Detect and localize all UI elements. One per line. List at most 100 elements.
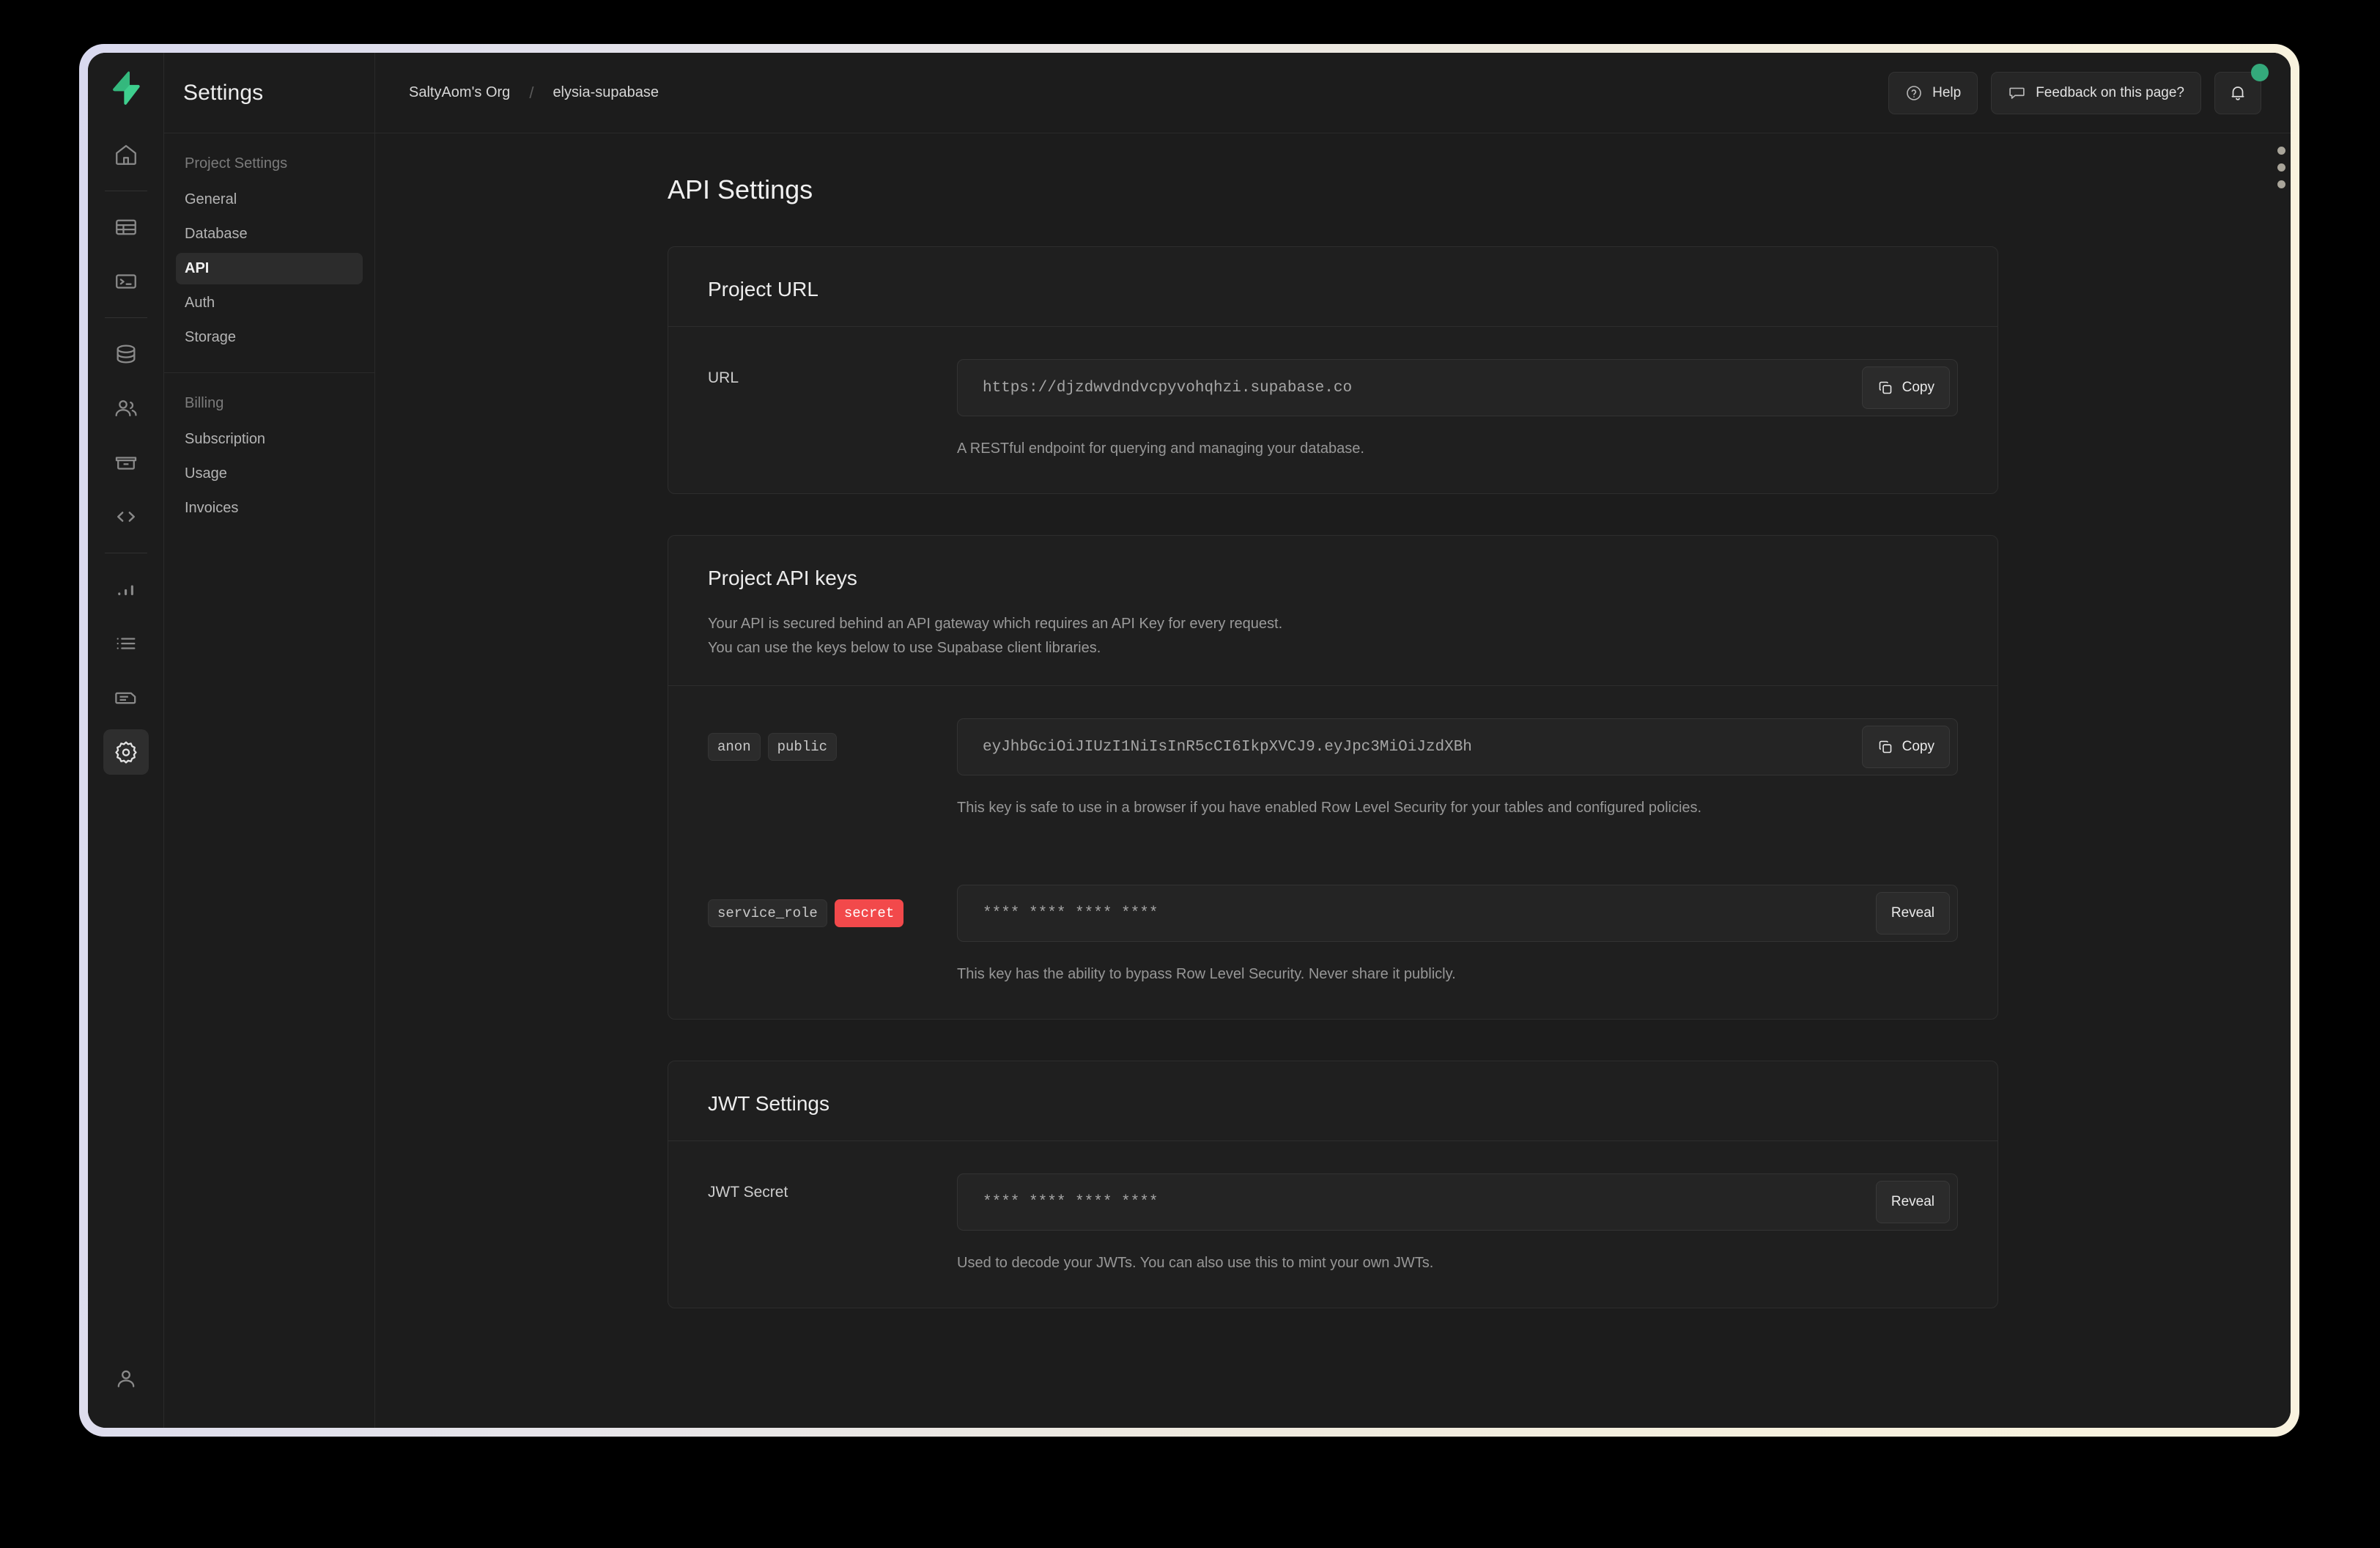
copy-icon [1877, 380, 1893, 396]
storage-icon[interactable] [103, 440, 149, 485]
project-url-card-title: Project URL [708, 278, 818, 301]
breadcrumb-separator: / [529, 83, 534, 102]
docs-icon[interactable] [103, 675, 149, 720]
badge-anon: anon [708, 733, 761, 761]
service-role-key-value: **** **** **** **** [983, 904, 1158, 922]
sidebar-item-database[interactable]: Database [176, 218, 363, 250]
rail-divider [104, 317, 147, 318]
reveal-jwt-secret-button[interactable]: Reveal [1875, 1181, 1950, 1223]
anon-key-value: eyJhbGciOiJIUzI1NiIsInR5cCI6IkpXVCJ9.eyJ… [983, 738, 1472, 756]
sidebar-item-subscription[interactable]: Subscription [176, 424, 363, 455]
sidebar-title: Settings [183, 80, 264, 105]
settings-gear-icon[interactable] [103, 729, 149, 775]
copy-icon [1877, 739, 1893, 755]
home-icon[interactable] [103, 132, 149, 177]
account-icon[interactable] [103, 1356, 149, 1401]
breadcrumb-project[interactable]: elysia-supabase [552, 84, 659, 101]
window-dot-3 [2277, 180, 2285, 188]
sidebar-item-storage[interactable]: Storage [176, 322, 363, 353]
url-row-field: https://djzdwvdndvcpyvohqhzi.supabase.co [957, 359, 1958, 461]
app-window-frame: Settings Project Settings General Databa… [79, 44, 2299, 1437]
table-editor-icon[interactable] [103, 204, 149, 250]
sidebar-item-invoices[interactable]: Invoices [176, 493, 363, 524]
settings-sidebar: Settings Project Settings General Databa… [164, 53, 375, 1428]
reveal-service-role-key-label: Reveal [1891, 905, 1934, 921]
jwt-secret-field: **** **** **** **** Reveal Used to decod… [957, 1173, 1958, 1275]
question-mark-icon [1905, 84, 1923, 102]
jwt-secret-row-label: JWT Secret [708, 1184, 788, 1201]
anon-key-input[interactable]: eyJhbGciOiJIUzI1NiIsInR5cCI6IkpXVCJ9.eyJ… [957, 718, 1958, 775]
database-icon[interactable] [103, 331, 149, 377]
copy-url-button[interactable]: Copy [1861, 366, 1950, 409]
jwt-secret-help-text: Used to decode your JWTs. You can also u… [957, 1255, 1434, 1271]
sidebar-heading-project-settings: Project Settings [185, 155, 288, 172]
sidebar-item-api[interactable]: API [176, 253, 363, 284]
anon-key-badges: anon public [708, 718, 928, 820]
breadcrumb-org[interactable]: SaltyAom's Org [409, 84, 510, 101]
settings-scroll-area[interactable]: API Settings Project URL URL https://djz… [375, 133, 2291, 1428]
supabase-logo[interactable] [106, 67, 147, 108]
anon-key-row: anon public eyJhbGciOiJIUzI1NiIsInR5cCI6… [668, 686, 1998, 852]
sidebar-item-usage[interactable]: Usage [176, 458, 363, 490]
jwt-settings-card: JWT Settings JWT Secret **** **** **** *… [668, 1061, 1998, 1308]
chat-bubble-icon [2008, 84, 2026, 102]
sidebar-header: Settings [164, 53, 374, 133]
api-keys-card-title: Project API keys [708, 567, 857, 589]
bell-icon [2228, 84, 2247, 103]
api-icon[interactable] [103, 494, 149, 539]
api-keys-card-description: Your API is secured behind an API gatewa… [708, 612, 1958, 660]
badge-secret: secret [834, 899, 904, 927]
anon-key-help-text: This key is safe to use in a browser if … [957, 800, 1702, 816]
feedback-button[interactable]: Feedback on this page? [1991, 71, 2201, 114]
sidebar-group-project-settings: Project Settings General Database API Au… [164, 133, 374, 373]
jwt-settings-card-header: JWT Settings [668, 1061, 1998, 1140]
sql-editor-icon[interactable] [103, 259, 149, 304]
reports-icon[interactable] [103, 567, 149, 612]
service-role-key-field: **** **** **** **** Reveal This key has … [957, 885, 1958, 987]
app-window: Settings Project Settings General Databa… [88, 53, 2291, 1428]
help-button[interactable]: Help [1888, 71, 1978, 114]
authentication-icon[interactable] [103, 386, 149, 431]
jwt-secret-value: **** **** **** **** [983, 1193, 1158, 1211]
project-url-row: URL https://djzdwvdndvcpyvohqhzi.supabas… [668, 327, 1998, 493]
service-role-key-help-text: This key has the ability to bypass Row L… [957, 966, 1456, 982]
feedback-button-label: Feedback on this page? [2036, 84, 2184, 100]
reveal-service-role-key-button[interactable]: Reveal [1875, 892, 1950, 935]
project-url-value: https://djzdwvdndvcpyvohqhzi.supabase.co [983, 379, 1353, 397]
jwt-secret-row: JWT Secret **** **** **** **** Reveal Us… [668, 1141, 1998, 1308]
api-keys-card: Project API keys Your API is secured beh… [668, 535, 1998, 1020]
window-dot-1 [2277, 147, 2285, 155]
icon-rail [88, 53, 164, 1428]
copy-anon-key-button[interactable]: Copy [1861, 726, 1950, 768]
sidebar-heading-billing: Billing [185, 395, 224, 411]
project-url-card-header: Project URL [668, 247, 1998, 326]
copy-url-button-label: Copy [1902, 380, 1934, 395]
page-title: API Settings [668, 174, 813, 204]
badge-public: public [767, 733, 838, 761]
service-role-badges: service_role secret [708, 885, 928, 987]
badge-service-role: service_role [708, 899, 827, 927]
project-url-help-text: A RESTful endpoint for querying and mana… [957, 441, 1364, 457]
sidebar-item-general[interactable]: General [176, 184, 363, 215]
top-bar: SaltyAom's Org / elysia-supabase Help Fe… [375, 53, 2291, 133]
jwt-settings-card-title: JWT Settings [708, 1092, 829, 1115]
reveal-jwt-secret-label: Reveal [1891, 1194, 1934, 1209]
copy-anon-key-button-label: Copy [1902, 739, 1934, 754]
breadcrumb: SaltyAom's Org / elysia-supabase [409, 84, 659, 103]
top-bar-actions: Help Feedback on this page? [1888, 63, 2269, 114]
window-dot-2 [2277, 163, 2285, 172]
anon-key-field: eyJhbGciOiJIUzI1NiIsInR5cCI6IkpXVCJ9.eyJ… [957, 718, 1958, 820]
jwt-secret-input[interactable]: **** **** **** **** Reveal [957, 1173, 1958, 1231]
api-keys-desc-line-2: You can use the keys below to use Supaba… [708, 640, 1101, 656]
sidebar-group-billing: Billing Subscription Usage Invoices [164, 373, 374, 543]
logs-icon[interactable] [103, 621, 149, 666]
project-url-input[interactable]: https://djzdwvdndvcpyvohqhzi.supabase.co [957, 359, 1958, 416]
project-url-card: Project URL URL https://djzdwvdndvcpyvoh… [668, 246, 1998, 494]
api-keys-desc-line-1: Your API is secured behind an API gatewa… [708, 616, 1283, 632]
service-role-key-input[interactable]: **** **** **** **** Reveal [957, 885, 1958, 942]
sidebar-item-auth[interactable]: Auth [176, 287, 363, 319]
service-role-key-row: service_role secret **** **** **** **** … [668, 852, 1998, 1019]
window-scroll-dots [2277, 147, 2285, 188]
notification-indicator-dot [2251, 63, 2269, 81]
settings-content: API Settings Project URL URL https://djz… [644, 174, 2022, 1308]
